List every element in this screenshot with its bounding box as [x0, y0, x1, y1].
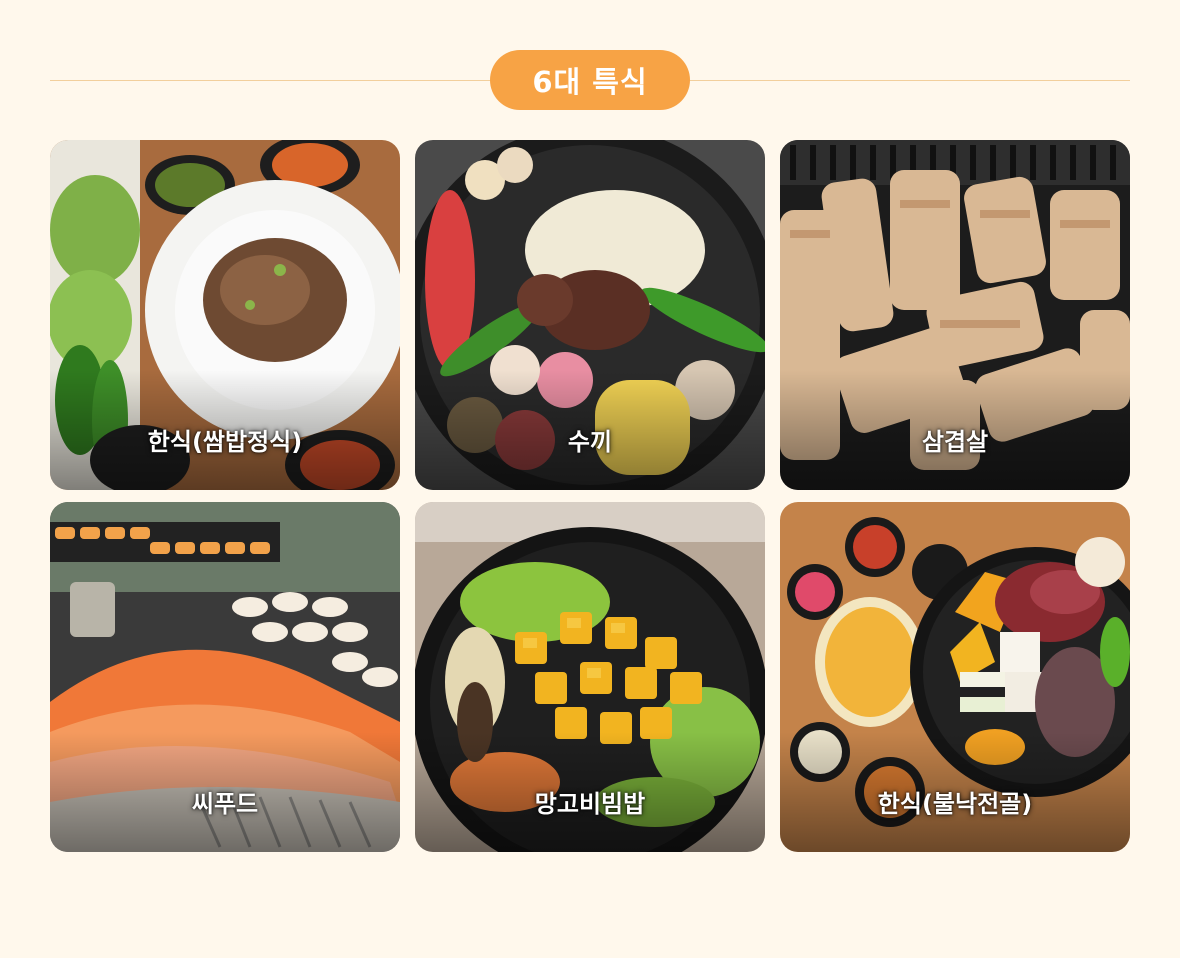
food-card-label: 삼겹살	[921, 428, 989, 456]
food-card-suki[interactable]: 수끼	[415, 140, 765, 490]
food-card-label: 한식(쌈밥정식)	[147, 428, 303, 456]
section-title-badge: 6대 특식	[490, 50, 690, 110]
section-header: 6대 특식	[50, 50, 1130, 110]
food-card-label: 씨푸드	[191, 790, 259, 818]
food-card-label: 수끼	[567, 428, 613, 456]
food-grid: 한식(쌈밥정식) 수끼 삼겹살 씨푸드 망고비빔밥 한식(불낙전골)	[50, 140, 1130, 852]
food-card-ssambap[interactable]: 한식(쌈밥정식)	[50, 140, 400, 490]
food-card-samgyeopsal[interactable]: 삼겹살	[780, 140, 1130, 490]
section-title: 6대 특식	[532, 65, 648, 99]
food-card-bulnak-jeongol[interactable]: 한식(불낙전골)	[780, 502, 1130, 852]
food-card-label: 한식(불낙전골)	[877, 790, 1033, 818]
food-card-mango-bibimbap[interactable]: 망고비빔밥	[415, 502, 765, 852]
food-card-seafood[interactable]: 씨푸드	[50, 502, 400, 852]
food-card-label: 망고비빔밥	[534, 790, 646, 818]
